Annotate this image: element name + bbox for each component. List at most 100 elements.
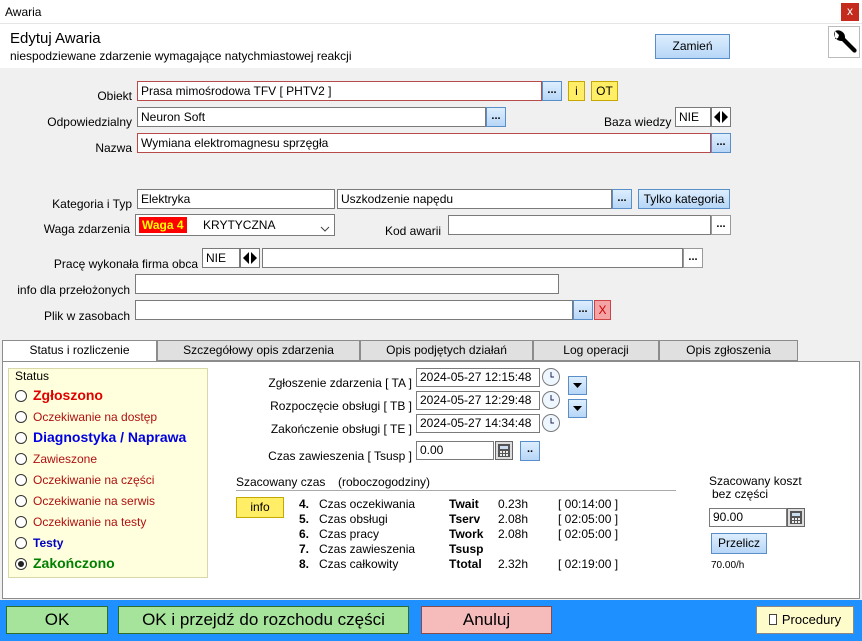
tab-opis-dzialan[interactable]: Opis podjętych działań: [360, 340, 533, 361]
clock-icon[interactable]: [542, 391, 560, 409]
nazwa-field[interactable]: Wymiana elektromagnesu sprzęgła: [137, 133, 711, 153]
waga-label: Waga zdarzenia: [43, 222, 130, 236]
ot-button[interactable]: OT: [591, 81, 618, 101]
estimate-name: Czas oczekiwania: [319, 497, 416, 511]
estimate-subtitle: (roboczogodziny): [338, 475, 431, 489]
status-option-label[interactable]: Diagnostyka / Naprawa: [33, 429, 186, 445]
status-option-label[interactable]: Testy: [33, 536, 63, 550]
status-radio[interactable]: [15, 390, 27, 402]
status-radio[interactable]: [15, 537, 27, 549]
ta-field[interactable]: 2024-05-27 12:15:48: [416, 368, 540, 387]
estimate-info-button[interactable]: info: [236, 497, 284, 518]
cost-subtitle: bez części: [712, 487, 769, 501]
tab-log-operacji[interactable]: Log operacji: [533, 340, 659, 361]
estimate-hm: [ 02:19:00 ]: [558, 557, 619, 571]
status-option-label[interactable]: Zawieszone: [33, 452, 97, 466]
nazwa-browse-button[interactable]: ...: [711, 133, 731, 153]
estimate-val: 2.08h: [498, 527, 529, 541]
estimate-code: Ttotal: [449, 557, 482, 571]
tab-opis-zgloszenia[interactable]: Opis zgłoszenia: [659, 340, 798, 361]
window-title: Awaria: [5, 5, 42, 19]
document-icon: [768, 614, 777, 625]
estimate-code: Twork: [449, 527, 484, 541]
status-option-label[interactable]: Oczekiwanie na dostęp: [33, 410, 157, 424]
tsusp-field[interactable]: 0.00: [416, 441, 494, 460]
status-title: Status: [15, 369, 50, 383]
estimate-hm: [ 00:14:00 ]: [558, 497, 619, 511]
kod-awarii-field[interactable]: [448, 215, 711, 235]
status-option-label[interactable]: Oczekiwanie na testy: [33, 515, 146, 529]
plik-field[interactable]: [135, 300, 573, 320]
obiekt-info-button[interactable]: i: [568, 81, 585, 101]
firma-obca-field[interactable]: NIE: [202, 248, 240, 268]
footer: OK OK i przejdź do rozchodu części Anulu…: [0, 600, 862, 641]
procedures-button[interactable]: Procedury: [756, 606, 854, 634]
status-radio[interactable]: [15, 558, 27, 570]
estimate-code: Twait: [449, 497, 479, 511]
ta-label: Zgłoszenie zdarzenia [ TA ]: [268, 376, 412, 390]
te-field[interactable]: 2024-05-27 14:34:48: [416, 414, 540, 433]
baza-wiedzy-toggle-icon[interactable]: [711, 107, 731, 127]
status-option-label[interactable]: Zakończono: [33, 555, 115, 571]
baza-wiedzy-field[interactable]: NIE: [675, 107, 711, 127]
kod-awarii-label: Kod awarii: [385, 224, 442, 238]
status-radio[interactable]: [15, 495, 27, 507]
firma-obca-text-field[interactable]: [262, 248, 683, 268]
header: Edytuj Awaria niespodziewane zdarzenie w…: [0, 24, 862, 68]
tb-field[interactable]: 2024-05-27 12:29:48: [416, 391, 540, 410]
firma-obca-label: Pracę wykonała firma obca: [53, 257, 198, 271]
te-label: Zakończenie obsługi [ TE ]: [270, 422, 412, 436]
calculator-icon[interactable]: [787, 508, 805, 527]
wrench-icon[interactable]: [828, 26, 860, 58]
estimate-hm: [ 02:05:00 ]: [558, 527, 619, 541]
firma-obca-browse-button[interactable]: ...: [683, 248, 703, 268]
odpowiedzialny-field[interactable]: Neuron Soft: [137, 107, 486, 127]
info-przelozonych-label: info dla przełożonych: [17, 283, 130, 297]
close-button[interactable]: x: [841, 3, 859, 21]
obiekt-browse-button[interactable]: ...: [542, 81, 562, 101]
odpowiedzialny-browse-button[interactable]: ...: [486, 107, 506, 127]
tylko-kategoria-button[interactable]: Tylko kategoria: [638, 189, 730, 209]
status-radio[interactable]: [15, 474, 27, 486]
estimate-num: 4.: [299, 497, 310, 511]
estimate-num: 6.: [299, 527, 310, 541]
plik-browse-button[interactable]: ...: [573, 300, 593, 320]
firma-obca-toggle-icon[interactable]: [240, 248, 260, 268]
status-radio[interactable]: [15, 411, 27, 423]
status-radio[interactable]: [15, 432, 27, 444]
status-option-label[interactable]: Zgłoszono: [33, 387, 103, 403]
procedures-label: Procedury: [781, 612, 842, 627]
arrow-down-icon[interactable]: [568, 399, 587, 418]
info-przelozonych-field[interactable]: [135, 274, 559, 294]
status-option-label[interactable]: Oczekiwanie na serwis: [33, 494, 155, 508]
typ-field[interactable]: Uszkodzenie napędu: [337, 189, 612, 209]
kategoria-field[interactable]: Elektryka: [137, 189, 335, 209]
cancel-button[interactable]: Anuluj: [421, 606, 552, 634]
przelicz-button[interactable]: Przelicz: [711, 533, 767, 554]
tab-szczegolowy-opis[interactable]: Szczegółowy opis zdarzenia: [157, 340, 360, 361]
tsusp-browse-button[interactable]: ..: [520, 441, 540, 461]
status-option-label[interactable]: Oczekiwanie na części: [33, 473, 154, 487]
tab-status[interactable]: Status i rozliczenie: [2, 340, 157, 362]
tb-label: Rozpoczęcie obsługi [ TB ]: [270, 399, 412, 413]
status-radio[interactable]: [15, 516, 27, 528]
plik-clear-button[interactable]: X: [594, 300, 611, 320]
calculator-icon[interactable]: [495, 441, 513, 460]
ok-button[interactable]: OK: [6, 606, 108, 634]
cost-rate: 70.00/h: [711, 560, 745, 571]
status-radio[interactable]: [15, 453, 27, 465]
kod-awarii-browse-button[interactable]: ...: [711, 215, 731, 235]
clock-icon[interactable]: [542, 368, 560, 386]
estimate-hm: [ 02:05:00 ]: [558, 512, 619, 526]
waga-select[interactable]: Waga 4 KRYTYCZNA: [135, 214, 335, 236]
change-button[interactable]: Zamień: [655, 34, 730, 59]
estimate-name: Czas całkowity: [319, 557, 399, 571]
cost-field[interactable]: 90.00: [709, 508, 787, 527]
ok-parts-button[interactable]: OK i przejdź do rozchodu części: [118, 606, 409, 634]
obiekt-label: Obiekt: [97, 89, 132, 103]
clock-icon[interactable]: [542, 414, 560, 432]
nazwa-label: Nazwa: [95, 141, 132, 155]
obiekt-field[interactable]: Prasa mimośrodowa TFV [ PHTV2 ]: [137, 81, 542, 101]
typ-browse-button[interactable]: ...: [612, 189, 632, 209]
arrow-down-icon[interactable]: [568, 376, 587, 395]
